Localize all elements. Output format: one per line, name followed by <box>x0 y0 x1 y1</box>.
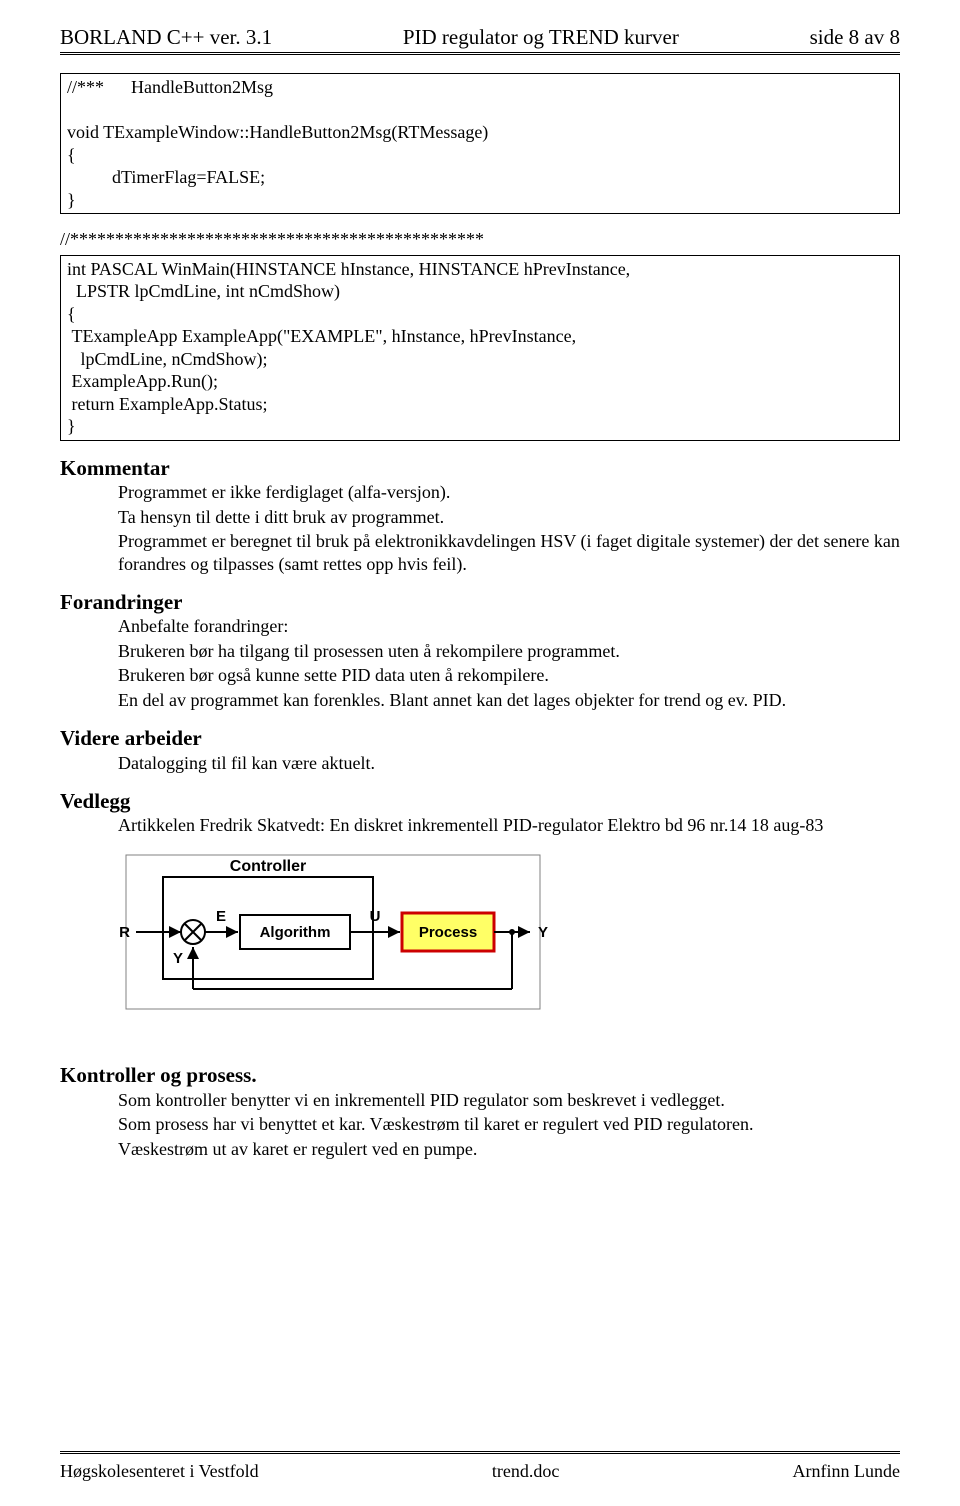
diagram-label-e: E <box>216 908 226 925</box>
section-vedlegg-body: Artikkelen Fredrik Skatvedt: En diskret … <box>118 814 900 837</box>
code-block-1: //*** HandleButton2Msg void TExampleWind… <box>60 73 900 214</box>
section-kontroller-body: Som kontroller benytter vi en inkremente… <box>118 1089 900 1161</box>
code-separator-line: //**************************************… <box>60 228 900 251</box>
section-videre-title: Videre arbeider <box>60 725 900 751</box>
section-kommentar-title: Kommentar <box>60 455 900 481</box>
section-kontroller-title: Kontroller og prosess. <box>60 1062 900 1088</box>
footer-left: Høgskolesenteret i Vestfold <box>60 1460 259 1483</box>
kontroller-p1: Som kontroller benytter vi en inkremente… <box>118 1089 900 1112</box>
videre-p1: Datalogging til fil kan være aktuelt. <box>118 752 900 775</box>
diagram-label-u: U <box>370 908 381 925</box>
diagram-algorithm-label: Algorithm <box>260 924 331 941</box>
section-forandringer-body: Anbefalte forandringer: Brukeren bør ha … <box>118 615 900 711</box>
section-kommentar-body: Programmet er ikke ferdiglaget (alfa-ver… <box>118 481 900 575</box>
forandringer-p3: Brukeren bør også kunne sette PID data u… <box>118 664 900 687</box>
section-videre-body: Datalogging til fil kan være aktuelt. <box>118 752 900 775</box>
header-rule <box>60 52 900 59</box>
diagram-label-r: R <box>119 924 130 941</box>
footer-center: trend.doc <box>492 1460 559 1483</box>
section-forandringer-title: Forandringer <box>60 589 900 615</box>
diagram-label-y: Y <box>538 924 548 941</box>
page-footer: Høgskolesenteret i Vestfold trend.doc Ar… <box>60 1451 900 1483</box>
kontroller-p3: Væskestrøm ut av karet er regulert ved e… <box>118 1138 900 1161</box>
forandringer-p1: Anbefalte forandringer: <box>118 615 900 638</box>
page-header: BORLAND C++ ver. 3.1 PID regulator og TR… <box>60 24 900 50</box>
forandringer-p4: En del av programmet kan forenkles. Blan… <box>118 689 900 712</box>
kommentar-p3: Programmet er beregnet til bruk på elekt… <box>118 530 900 575</box>
forandringer-p2: Brukeren bør ha tilgang til prosessen ut… <box>118 640 900 663</box>
vedlegg-p1: Artikkelen Fredrik Skatvedt: En diskret … <box>118 814 900 837</box>
kommentar-p2: Ta hensyn til dette i ditt bruk av progr… <box>118 506 900 529</box>
kontroller-p2: Som prosess har vi benyttet et kar. Væsk… <box>118 1113 900 1136</box>
kommentar-p1: Programmet er ikke ferdiglaget (alfa-ver… <box>118 481 900 504</box>
header-right: side 8 av 8 <box>810 24 900 50</box>
header-left: BORLAND C++ ver. 3.1 <box>60 24 272 50</box>
header-center: PID regulator og TREND kurver <box>403 24 679 50</box>
section-vedlegg-title: Vedlegg <box>60 788 900 814</box>
diagram-process-label: Process <box>419 924 477 941</box>
controller-diagram: Controller R E Algorithm U Process Y <box>118 847 900 1023</box>
footer-right: Arnfinn Lunde <box>793 1460 900 1483</box>
footer-rule <box>60 1451 900 1458</box>
code-block-2: int PASCAL WinMain(HINSTANCE hInstance, … <box>60 255 900 441</box>
diagram-title: Controller <box>230 858 306 875</box>
diagram-label-yfb: Y <box>173 950 183 967</box>
